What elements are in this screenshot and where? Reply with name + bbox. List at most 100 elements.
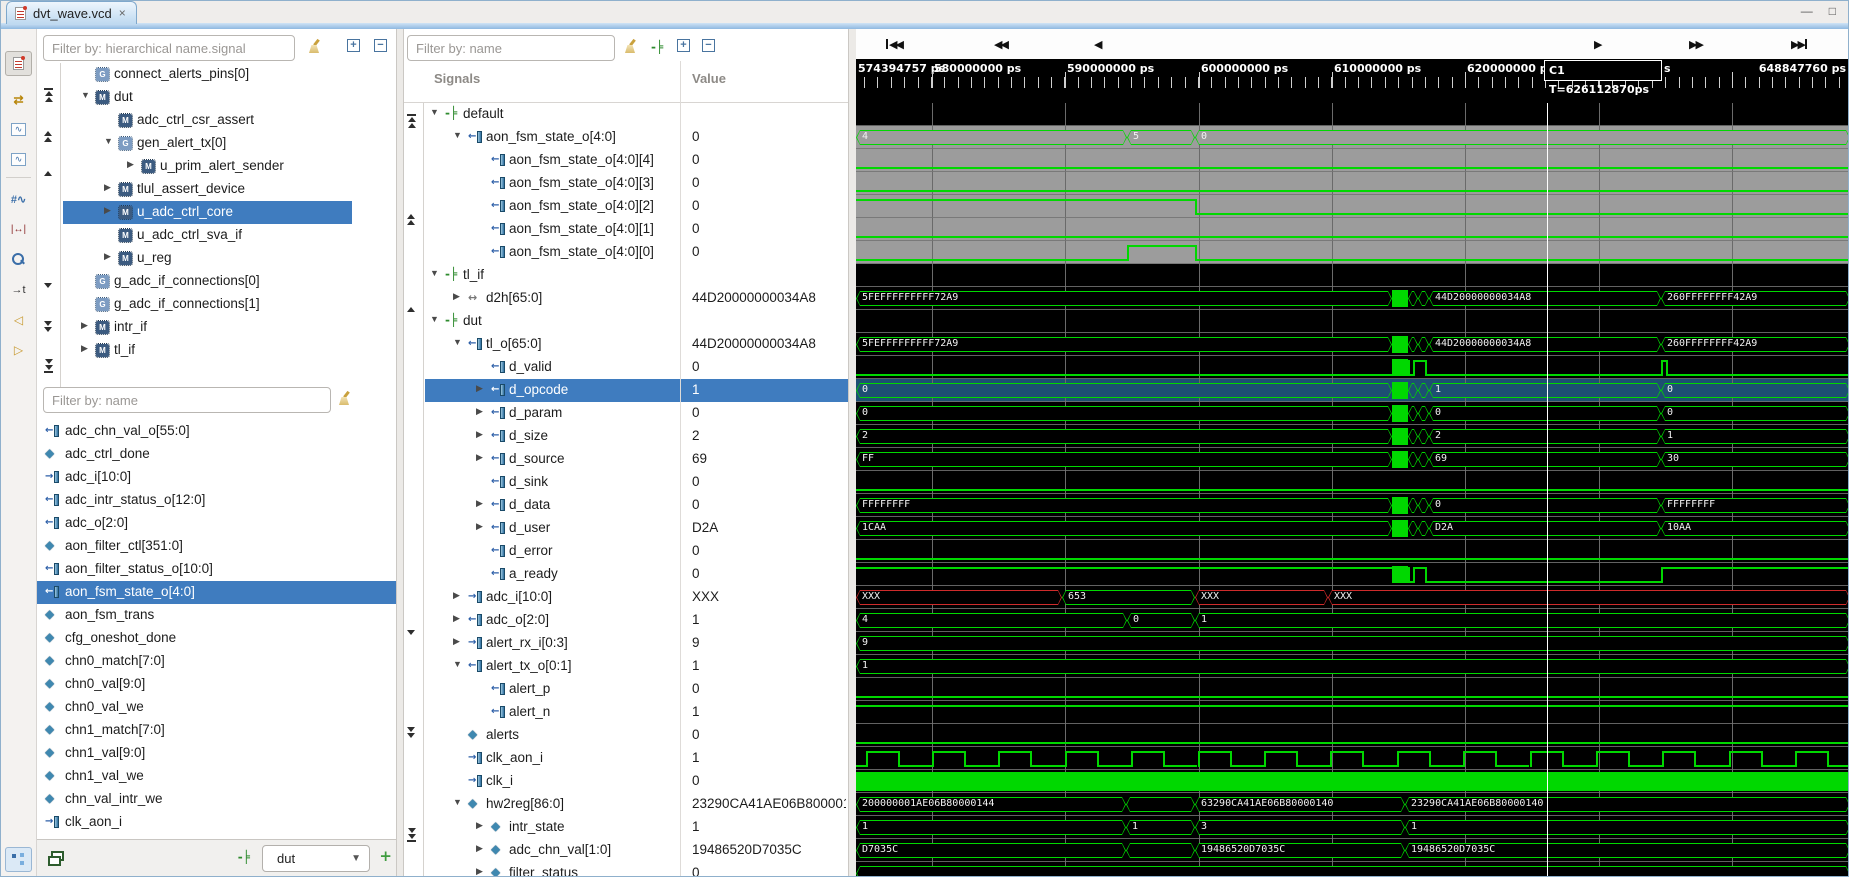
signal-row-d_param[interactable]: ▶←d_param0 (404, 402, 848, 425)
tab-close-icon[interactable]: × (119, 6, 126, 20)
wave-row-alert_p[interactable] (856, 678, 1849, 701)
wave-row-d_error[interactable] (856, 540, 1849, 563)
expanded-arrow-icon[interactable]: ▼ (453, 659, 462, 669)
fast-forward-button[interactable]: ▶▶ (1689, 36, 1702, 52)
wave-row-alert_n[interactable] (856, 701, 1849, 724)
tree-item-u_adc_ctrl_sva_if[interactable]: Mu_adc_ctrl_sva_if (63, 224, 396, 247)
export-wave-down-icon[interactable]: ∿ (5, 147, 32, 172)
wave-row-d_param[interactable]: 000 (856, 402, 1849, 425)
collapsed-arrow-icon[interactable]: ▶ (476, 429, 483, 440)
signals-collapse-all-icon[interactable]: − (702, 39, 715, 52)
maximize-icon[interactable]: □ (1829, 4, 1836, 18)
signal-row-tl_o-65-0-[interactable]: ▼←tl_o[65:0]44D20000000034A8 (404, 333, 848, 356)
wave-row-d_sink[interactable] (856, 471, 1849, 494)
reload-icon[interactable]: ⇄ (5, 87, 32, 112)
tree-item-g_adc_if_connections-0-[interactable]: Gg_adc_if_connections[0] (63, 270, 396, 293)
collapse-all-icon[interactable]: − (374, 39, 387, 52)
signal-row-default[interactable]: ▼-╞default (404, 103, 848, 126)
list-item-chn1_val-9-0-[interactable]: ◆chn1_val[9:0] (37, 742, 396, 765)
list-item-adc_intr_status_o-12-0-[interactable]: ←adc_intr_status_o[12:0] (37, 489, 396, 512)
signal-row-d_size[interactable]: ▶←d_size2 (404, 425, 848, 448)
wave-row-clk_aon_i[interactable] (856, 747, 1849, 770)
expanded-arrow-icon[interactable]: ▼ (104, 136, 113, 146)
collapsed-arrow-icon[interactable]: ▶ (476, 521, 483, 532)
tree-item-tl_if[interactable]: ▶Mtl_if (63, 339, 396, 362)
list-item-adc_o-2-0-[interactable]: ←adc_o[2:0] (37, 512, 396, 535)
step-forward-button[interactable]: ▶ (1594, 36, 1600, 52)
column-divider[interactable] (680, 61, 681, 876)
signal-row-aon_fsm_state_o-4-0-4-[interactable]: ←aon_fsm_state_o[4:0][4]0 (404, 149, 848, 172)
collapsed-arrow-icon[interactable]: ▶ (81, 320, 88, 331)
list-item-chn1_val_we[interactable]: ◆chn1_val_we (37, 765, 396, 788)
collapsed-arrow-icon[interactable]: ▶ (476, 498, 483, 509)
collapsed-arrow-icon[interactable]: ▶ (453, 636, 460, 647)
signals-expand-all-icon[interactable]: + (677, 39, 690, 52)
expanded-arrow-icon[interactable]: ▼ (453, 130, 462, 140)
wave-row-aon_fsm_state_o-bit2[interactable] (856, 195, 1849, 218)
wave-view-toggle-button[interactable] (5, 51, 32, 76)
signal-row-alert_p[interactable]: ←alert_p0 (404, 678, 848, 701)
wave-row-hw2reg[interactable]: 200000001AE06B8000014463290CA41AE06B8000… (856, 793, 1849, 816)
signal-row-alert_rx_i-0-3-[interactable]: ▶→alert_rx_i[0:3]9 (404, 632, 848, 655)
expanded-arrow-icon[interactable]: ▼ (81, 90, 90, 100)
signal-row-d_sink[interactable]: ←d_sink0 (404, 471, 848, 494)
wave-row-d_data[interactable]: FFFFFFFF0FFFFFFFF (856, 494, 1849, 517)
wave-row-alerts[interactable] (856, 724, 1849, 747)
list-item-adc_i-10-0-[interactable]: →adc_i[10:0] (37, 466, 396, 489)
signal-row-dut[interactable]: ▼-╞dut (404, 310, 848, 333)
collapsed-arrow-icon[interactable]: ▶ (476, 406, 483, 417)
wave-row-default-group[interactable] (856, 103, 1849, 126)
list-item-adc_chn_val_o-55-0-[interactable]: ←adc_chn_val_o[55:0] (37, 420, 396, 443)
wave-row-d_valid[interactable] (856, 356, 1849, 379)
signals-filter-input[interactable] (407, 35, 615, 61)
wave-row-aon_fsm_state_o[interactable]: 450 (856, 126, 1849, 149)
tree-item-dut[interactable]: ▼Mdut (63, 86, 396, 109)
signal-row-adc_i-10-0-[interactable]: ▶→adc_i[10:0]XXX (404, 586, 848, 609)
collapsed-arrow-icon[interactable]: ▶ (127, 159, 134, 170)
collapsed-arrow-icon[interactable]: ▶ (476, 383, 483, 394)
signal-row-aon_fsm_state_o-4-0-0-[interactable]: ←aon_fsm_state_o[4:0][0]0 (404, 241, 848, 264)
collapsed-arrow-icon[interactable]: ▶ (476, 843, 483, 854)
tree-item-u_reg[interactable]: ▶Mu_reg (63, 247, 396, 270)
list-item-aon_fsm_state_o-4-0-[interactable]: ←aon_fsm_state_o[4:0] (37, 581, 396, 604)
step-backward-button[interactable]: ◀ (1094, 36, 1100, 52)
wave-row-d2h[interactable]: 5FEFFFFFFFFF72A944D20000000034A8260FFFFF… (856, 287, 1849, 310)
wave-row-adc_chn_val[interactable]: D7035C19486520D7035C19486520D7035C (856, 839, 1849, 862)
wave-row-aon_fsm_state_o-bit1[interactable] (856, 218, 1849, 241)
tree-item-gen_alert_tx-0-[interactable]: ▼Ggen_alert_tx[0] (63, 132, 396, 155)
line-up-icon[interactable] (44, 171, 52, 176)
tree-item-u_adc_ctrl_core[interactable]: ▶Mu_adc_ctrl_core (63, 201, 396, 224)
wave-row-clk_i[interactable] (856, 770, 1849, 793)
wave-row-a_ready[interactable] (856, 563, 1849, 586)
collapsed-arrow-icon[interactable]: ▶ (81, 343, 88, 354)
wave-row-adc_i[interactable]: XXX653XXXXXX (856, 586, 1849, 609)
line-down-icon[interactable] (44, 283, 52, 288)
wave-row-d_size[interactable]: 221 (856, 425, 1849, 448)
signal-row-aon_fsm_state_o-4-0-1-[interactable]: ←aon_fsm_state_o[4:0][1]0 (404, 218, 848, 241)
tree-item-intr_if[interactable]: ▶Mintr_if (63, 316, 396, 339)
list-item-aon_fsm_trans[interactable]: ◆aon_fsm_trans (37, 604, 396, 627)
clear-signal-filter-icon[interactable] (337, 391, 352, 406)
wave-row-d_source[interactable]: FF6930 (856, 448, 1849, 471)
list-item-chn0_match-7-0-[interactable]: ◆chn0_match[7:0] (37, 650, 396, 673)
tree-item-u_prim_alert_sender[interactable]: ▶Mu_prim_alert_sender (63, 155, 396, 178)
expand-all-icon[interactable]: + (347, 39, 360, 52)
list-item-aon_filter_status_o-10-0-[interactable]: ←aon_filter_status_o[10:0] (37, 558, 396, 581)
collapsed-arrow-icon[interactable]: ▶ (476, 452, 483, 463)
add-scope-signals-icon[interactable]: -╞ (651, 41, 663, 53)
signal-row-d_source[interactable]: ▶←d_source69 (404, 448, 848, 471)
list-item-clk_aon_i[interactable]: →clk_aon_i (37, 811, 396, 834)
signal-row-tl_if[interactable]: ▼-╞tl_if (404, 264, 848, 287)
signal-row-adc_chn_val-1-0-[interactable]: ▶◆adc_chn_val[1:0]19486520D7035C (404, 839, 848, 862)
collapsed-arrow-icon[interactable]: ▶ (453, 613, 460, 624)
signal-filter-input[interactable] (43, 387, 331, 413)
wave-row-filter_status[interactable] (856, 862, 1849, 876)
wave-row-alert_rx_i[interactable]: 9 (856, 632, 1849, 655)
signal-row-d_data[interactable]: ▶←d_data0 (404, 494, 848, 517)
expanded-arrow-icon[interactable]: ▼ (430, 268, 439, 278)
expanded-arrow-icon[interactable]: ▼ (453, 337, 462, 347)
wave-row-dut-group[interactable] (856, 310, 1849, 333)
wave-row-d_opcode[interactable]: 010 (856, 379, 1849, 402)
add-scope-icon[interactable]: + (379, 849, 392, 864)
go-to-end-button[interactable]: ▶▶ (1791, 36, 1807, 52)
